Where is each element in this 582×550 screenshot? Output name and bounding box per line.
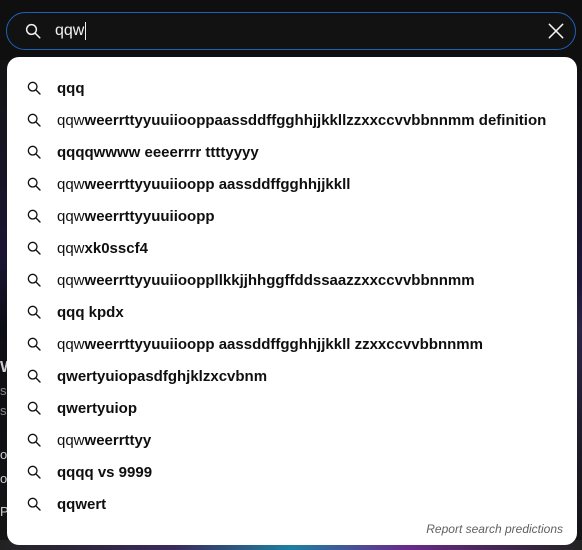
suggestion-item[interactable]: qqwweerrttyyuuiiooppllkkjjhhggffddssaazz…	[7, 264, 577, 296]
suggestion-completion: qqqqwwww eeeerrrr ttttyyyy	[57, 143, 259, 161]
suggestion-text: qqwweerrttyyuuiiooppllkkjjhhggffddssaazz…	[57, 272, 475, 289]
suggestion-text: qqwweerrttyyuuiioopp aassddffgghhjjkkll	[57, 176, 350, 193]
suggestion-completion: weerrttyyuuiioopp aassddffgghhjjkkll	[84, 175, 351, 193]
clear-search-button[interactable]	[541, 16, 571, 46]
suggestion-typed-prefix: qqw	[57, 175, 85, 193]
suggestion-typed-prefix: qqw	[57, 239, 85, 257]
suggestion-text: qqwweerrttyyuuiioopp	[57, 208, 215, 225]
suggestion-item[interactable]: qqwweerrttyyuuiioopp	[7, 200, 577, 232]
suggestion-item[interactable]: qqwxk0sscf4	[7, 232, 577, 264]
suggestion-typed-prefix: qqw	[57, 207, 85, 225]
suggestion-item[interactable]: qwertyuiop	[7, 392, 577, 424]
suggestion-text: qqqq vs 9999	[57, 464, 152, 481]
search-icon	[25, 495, 43, 513]
search-icon	[25, 79, 43, 97]
report-search-predictions-link[interactable]: Report search predictions	[426, 522, 563, 536]
suggestion-text: qqwxk0sscf4	[57, 240, 148, 257]
search-icon	[25, 399, 43, 417]
suggestion-completion: qwertyuiop	[57, 399, 138, 417]
suggestion-item[interactable]: qqqq vs 9999	[7, 456, 577, 488]
text-caret	[85, 22, 87, 40]
suggestion-item[interactable]: qqwweerrttyy	[7, 424, 577, 456]
suggestion-text: qqqqwwww eeeerrrr ttttyyyy	[57, 144, 259, 161]
suggestion-completion: xk0sscf4	[84, 239, 148, 257]
suggestion-text: qqwweerrttyy	[57, 432, 151, 449]
search-icon	[23, 21, 43, 41]
suggestion-completion: weerrttyyuuiiooppaassddffgghhjjkkllzzxxc…	[84, 111, 547, 129]
suggestion-completion: weerrttyy	[84, 431, 152, 449]
suggestion-text: qwertyuiop	[57, 400, 137, 417]
search-icon	[25, 463, 43, 481]
search-icon	[25, 207, 43, 225]
suggestion-completion: qqwert	[57, 495, 107, 513]
search-icon	[25, 111, 43, 129]
search-suggestions-dropdown: qqq qqwweerrttyyuuiiooppaassddffgghhjjkkl…	[7, 57, 577, 545]
suggestion-text: qqwweerrttyyuuiiooppaassddffgghhjjkkllzz…	[57, 112, 546, 129]
suggestion-text: qqwert	[57, 496, 106, 513]
suggestion-completion: weerrttyyuuiiooppllkkjjhhggffddssaazzxxc…	[84, 271, 475, 289]
suggestion-completion: qqq kpdx	[57, 303, 124, 321]
suggestion-completion: weerrttyyuuiioopp aassddffgghhjjkkll zzx…	[84, 335, 483, 353]
suggestion-item[interactable]: qqwweerrttyyuuiioopp aassddffgghhjjkkll	[7, 168, 577, 200]
search-icon	[25, 367, 43, 385]
page: W s s o o P qqw qqqqqwweerrttyyuuiiooppa…	[0, 0, 582, 550]
suggestion-item[interactable]: qqwweerrttyyuuiiooppaassddffgghhjjkkllzz…	[7, 104, 577, 136]
suggestion-typed-prefix: qqw	[57, 111, 85, 129]
search-icon	[25, 271, 43, 289]
suggestion-item[interactable]: qwertyuiopasdfghjklzxcvbnm	[7, 360, 577, 392]
search-input-value: qqw	[55, 22, 85, 39]
suggestion-text: qqq kpdx	[57, 304, 124, 321]
suggestion-item[interactable]: qqwweerrttyyuuiioopp aassddffgghhjjkkll …	[7, 328, 577, 360]
background-text: s	[0, 403, 7, 418]
suggestion-item[interactable]: qqwert	[7, 488, 577, 520]
suggestion-text: qwertyuiopasdfghjklzxcvbnm	[57, 368, 267, 385]
suggestion-completion: qqqq vs 9999	[57, 463, 153, 481]
search-bar[interactable]: qqw	[6, 12, 576, 50]
close-icon	[548, 23, 564, 39]
search-icon	[25, 175, 43, 193]
background-text: s	[0, 383, 7, 398]
suggestion-completion: qqq	[57, 79, 85, 97]
search-input[interactable]: qqw	[55, 13, 541, 49]
search-icon	[25, 431, 43, 449]
suggestion-typed-prefix: qqw	[57, 335, 85, 353]
suggestion-completion: weerrttyyuuiioopp	[84, 207, 215, 225]
suggestion-list: qqq qqwweerrttyyuuiiooppaassddffgghhjjkkl…	[7, 72, 577, 520]
suggestion-item[interactable]: qqq kpdx	[7, 296, 577, 328]
suggestion-text: qqwweerrttyyuuiioopp aassddffgghhjjkkll …	[57, 336, 483, 353]
suggestion-item[interactable]: qqqqwwww eeeerrrr ttttyyyy	[7, 136, 577, 168]
search-icon	[25, 239, 43, 257]
suggestion-text: qqq	[57, 80, 85, 97]
suggestion-completion: qwertyuiopasdfghjklzxcvbnm	[57, 367, 268, 385]
search-icon	[25, 303, 43, 321]
suggestion-item[interactable]: qqq	[7, 72, 577, 104]
suggestion-typed-prefix: qqw	[57, 271, 85, 289]
search-icon	[25, 143, 43, 161]
search-icon	[25, 335, 43, 353]
suggestion-typed-prefix: qqw	[57, 431, 85, 449]
